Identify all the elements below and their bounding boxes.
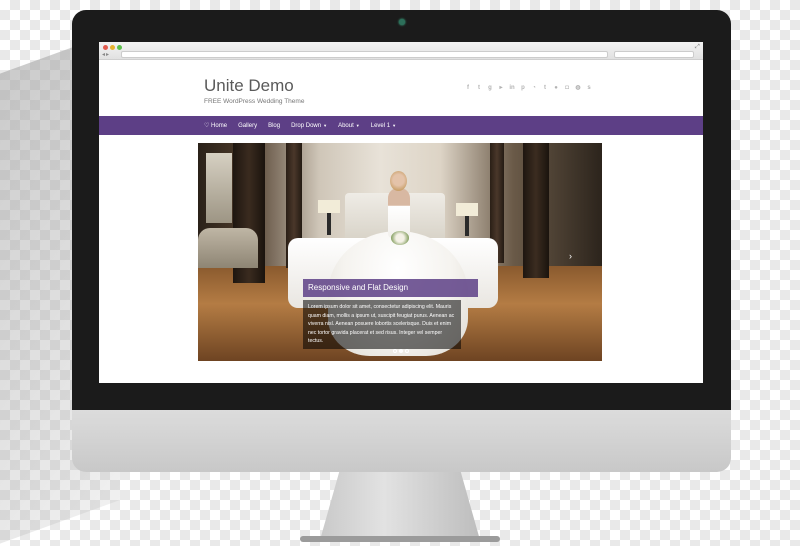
- browser-window: ◂▸ ⤢ Unite Demo FREE WordPress Wedding T…: [99, 42, 703, 383]
- maximize-window-icon[interactable]: [117, 45, 122, 50]
- slide-bouquet: [391, 231, 409, 245]
- slide-lamp-stand: [327, 213, 331, 235]
- slider-dot[interactable]: [393, 349, 397, 353]
- slider-pagination: [393, 349, 409, 353]
- dribbble-icon[interactable]: ◍: [574, 84, 582, 92]
- caret-down-icon: ▼: [392, 122, 397, 128]
- slide-lamp: [318, 200, 340, 213]
- browser-toolbar: ◂▸ ⤢: [99, 42, 703, 60]
- menu-item-home-label: Home: [211, 123, 228, 129]
- skype-icon[interactable]: s: [585, 84, 593, 92]
- flickr-icon[interactable]: ●: [552, 84, 560, 92]
- camera-icon: [399, 19, 405, 25]
- youtube-icon[interactable]: ▸: [497, 84, 505, 92]
- menu-item-level1-label: Level 1: [370, 122, 391, 129]
- caret-down-icon: ▼: [323, 122, 328, 128]
- pinterest-icon[interactable]: p: [519, 84, 527, 92]
- menu-item-home[interactable]: ♡ Home: [204, 122, 227, 129]
- menu-item-dropdown-label: Drop Down: [291, 122, 322, 129]
- slide-window: [206, 153, 232, 223]
- slide-lamp: [456, 203, 478, 216]
- monitor-chin: [72, 410, 731, 472]
- twitter-icon[interactable]: t: [475, 84, 483, 92]
- slide-curtain: [523, 143, 549, 278]
- linkedin-icon[interactable]: in: [508, 84, 516, 92]
- instagram-icon[interactable]: ◘: [563, 84, 571, 92]
- caret-down-icon: ▼: [355, 122, 360, 128]
- next-slide-icon[interactable]: ›: [569, 251, 572, 261]
- browser-search-bar[interactable]: [614, 51, 694, 58]
- menu-item-level1[interactable]: Level 1 ▼: [371, 123, 396, 129]
- menu-item-about-label: About: [338, 122, 354, 129]
- main-menu: ♡ Home Gallery Blog Drop Down ▼ About ▼ Le…: [99, 116, 703, 135]
- menu-item-gallery[interactable]: Gallery: [238, 123, 257, 129]
- fullscreen-icon[interactable]: ⤢: [695, 44, 700, 51]
- slide-lamp-stand: [465, 216, 469, 236]
- menu-item-about[interactable]: About ▼: [338, 123, 360, 129]
- social-icons: f t g ▸ in p ◔ t ● ◘ ◍ s: [464, 84, 593, 92]
- tumblr-icon[interactable]: t: [541, 84, 549, 92]
- facebook-icon[interactable]: f: [464, 84, 472, 92]
- rss-icon[interactable]: ◔: [530, 84, 538, 92]
- site-tagline: FREE WordPress Wedding Theme: [204, 98, 305, 105]
- slide-bride-head: [390, 171, 407, 191]
- site-title[interactable]: Unite Demo: [204, 76, 294, 96]
- slide-caption-text: Lorem ipsum dolor sit amet, consectetur …: [303, 300, 461, 349]
- menu-item-blog[interactable]: Blog: [268, 123, 280, 129]
- slider-dot-active[interactable]: [399, 349, 403, 353]
- hero-slider[interactable]: › Responsive and Flat Design Lorem ipsum…: [198, 143, 602, 361]
- google-plus-icon[interactable]: g: [486, 84, 494, 92]
- close-window-icon[interactable]: [103, 45, 108, 50]
- monitor-stand-base: [300, 536, 500, 542]
- address-bar[interactable]: [121, 51, 608, 58]
- monitor-stand: [320, 472, 480, 540]
- slide-caption-title: Responsive and Flat Design: [303, 279, 478, 297]
- slider-dot[interactable]: [405, 349, 409, 353]
- back-forward-icon[interactable]: ◂▸: [102, 51, 110, 58]
- minimize-window-icon[interactable]: [110, 45, 115, 50]
- menu-item-dropdown[interactable]: Drop Down ▼: [291, 123, 327, 129]
- slide-sofa: [198, 228, 258, 268]
